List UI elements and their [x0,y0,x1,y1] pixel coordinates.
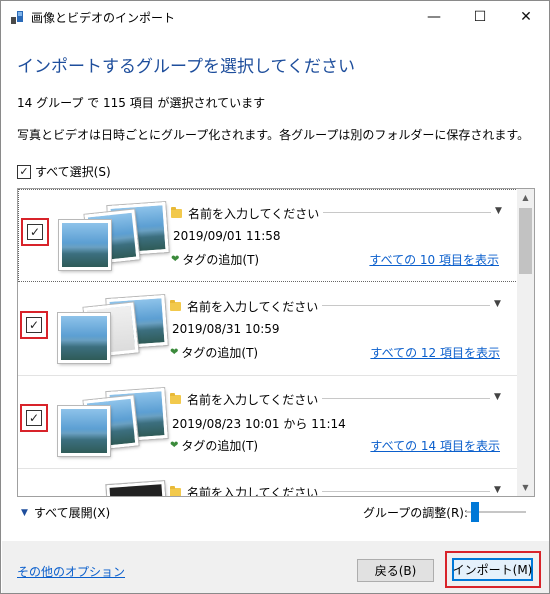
folder-icon [170,486,181,496]
group-checkbox-highlight: ✓ [21,218,49,246]
expand-all-button[interactable]: ▼ すべて展開(X) [21,504,110,521]
back-button[interactable]: 戻る(B) [357,559,434,582]
add-tag-button[interactable]: ❤ タグの追加(T) [170,437,258,454]
group-name-input[interactable]: 名前を入力してください [170,298,318,315]
tag-icon: ❤ [170,347,179,358]
group-item: ✓ 名前を入力してください ▼ 2019/08/31 10:59 ❤ タグの追加… [18,283,518,376]
photo-thumbnail [58,313,110,363]
group-thumbnails [48,295,168,367]
select-all-check-icon: ✓ [17,164,31,179]
group-checkbox-highlight: ✓ [20,404,48,432]
title-bar: 画像とビデオのインポート — ☐ ✕ [1,1,549,32]
group-item: ✓ 名前を入力してください ▼ 2019/09/01 11:58 ❤ タグの追加… [18,189,518,282]
group-date: 2019/08/23 10:01 から 11:14 [172,417,346,431]
group-thumbnails [48,481,168,496]
name-underline [322,491,490,492]
scroll-down-icon[interactable]: ▼ [517,479,534,496]
window-title: 画像とビデオのインポート [31,11,176,25]
group-item: ✓ 名前を入力してください ▼ 2019/08/23 10:01 から 11:1… [18,376,518,469]
select-all-label: すべて選択(S) [35,165,111,179]
import-button[interactable]: インポート(M) [452,558,533,581]
grouping-description: 写真とビデオは日時ごとにグループ化されます。各グループは別のフォルダーに保存され… [17,128,530,142]
minimize-button[interactable]: — [411,1,457,32]
folder-icon [170,300,181,311]
folder-icon [171,207,182,218]
name-underline [322,305,490,306]
photo-thumbnail [58,406,110,456]
add-tag-label: タグの追加(T) [182,253,260,267]
add-tag-label: タグの追加(T) [181,439,259,453]
group-thumbnails [49,202,169,274]
group-list: ✓ 名前を入力してください ▼ 2019/09/01 11:58 ❤ タグの追加… [17,188,535,497]
group-name-placeholder: 名前を入力してください [187,486,319,497]
page-heading: インポートするグループを選択してください [17,57,355,77]
view-all-items-link[interactable]: すべての 14 項目を表示 [370,437,500,454]
group-date: 2019/09/01 11:58 [173,229,281,243]
add-tag-button[interactable]: ❤ タグの追加(T) [171,251,259,268]
photo-thumbnail [59,220,111,270]
import-dialog: 画像とビデオのインポート — ☐ ✕ インポートするグループを選択してください … [0,0,550,594]
group-checkbox-highlight: ✓ [20,311,48,339]
name-underline [323,212,491,213]
view-all-items-link[interactable]: すべての 12 項目を表示 [370,344,500,361]
tag-icon: ❤ [171,254,180,265]
group-adjust-label: グループの調整(R): [363,506,469,520]
selection-summary: 14 グループ で 115 項目 が選択されています [17,96,266,110]
dropdown-arrow-icon[interactable]: ▼ [495,206,502,216]
group-checkbox[interactable]: ✓ [26,410,42,426]
group-name-placeholder: 名前を入力してください [187,300,319,314]
group-checkbox[interactable]: ✓ [26,317,42,333]
scroll-up-icon[interactable]: ▲ [517,189,534,206]
folder-icon [170,393,181,404]
photo-thumbnail [106,481,168,496]
chevron-down-icon: ▼ [21,507,28,518]
add-tag-button[interactable]: ❤ タグの追加(T) [170,344,258,361]
other-options-link[interactable]: その他のオプション [17,563,125,580]
group-name-input[interactable]: 名前を入力してください [171,205,319,222]
dropdown-arrow-icon[interactable]: ▼ [494,392,501,402]
select-all-checkbox[interactable]: ✓ すべて選択(S) [17,163,111,180]
dropdown-arrow-icon[interactable]: ▼ [494,299,501,309]
add-tag-label: タグの追加(T) [181,346,259,360]
expand-all-label: すべて展開(X) [33,506,111,520]
dropdown-arrow-icon[interactable]: ▼ [494,485,501,495]
group-name-placeholder: 名前を入力してください [188,207,320,221]
group-date: 2019/08/31 10:59 [172,322,280,336]
scrollbar-thumb[interactable] [519,208,532,274]
name-underline [322,398,490,399]
group-name-input[interactable]: 名前を入力してください [170,484,319,497]
group-adjust-slider-thumb[interactable] [471,502,479,522]
app-icon [11,11,23,24]
group-name-input[interactable]: 名前を入力してください [170,391,318,408]
group-item: 名前を入力してください ▼ [18,469,518,497]
vertical-scrollbar[interactable]: ▲ ▼ [517,189,534,496]
view-all-items-link[interactable]: すべての 10 項目を表示 [369,251,499,268]
group-name-placeholder: 名前を入力してください [187,393,319,407]
close-button[interactable]: ✕ [503,1,549,32]
group-thumbnails [48,388,168,460]
maximize-button[interactable]: ☐ [457,1,503,32]
tag-icon: ❤ [170,440,179,451]
group-checkbox[interactable]: ✓ [27,224,43,240]
